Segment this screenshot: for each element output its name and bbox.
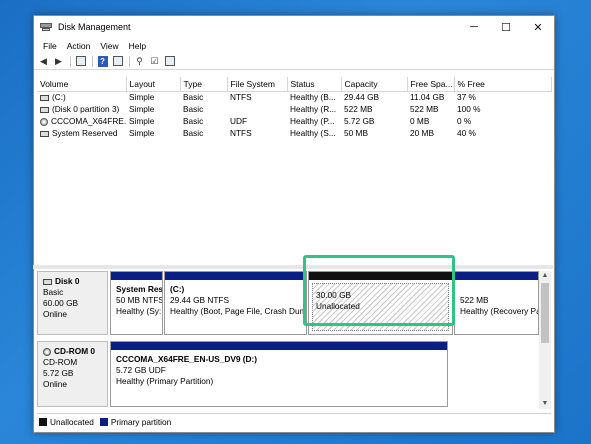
legend-primary-label: Primary partition [110, 416, 172, 427]
volume-icon [40, 130, 49, 137]
disk-icon [43, 278, 52, 285]
cd-icon [43, 347, 51, 356]
scroll-down-icon[interactable]: ▼ [539, 399, 551, 409]
legend-unallocated-label: Unallocated [50, 416, 94, 427]
cd-icon [40, 117, 48, 126]
unallocated-highlight-box [303, 255, 455, 326]
disk-map: Disk 0 Basic 60.00 GB Online System Res … [37, 271, 539, 409]
disk-0-label[interactable]: Disk 0 Basic 60.00 GB Online [37, 271, 108, 335]
volume-icon [40, 95, 49, 102]
column-capacity[interactable]: Capacity [341, 77, 408, 92]
pane-splitter[interactable] [33, 265, 553, 269]
column-status[interactable]: Status [287, 77, 342, 92]
table-row[interactable]: CCCOMA_X64FRE... Simple Basic UDF Health… [37, 115, 551, 127]
scroll-thumb[interactable] [541, 283, 549, 343]
partition-system-reserved[interactable]: System Res 50 MB NTFS Healthy (Sy: [110, 271, 163, 335]
disk-0-row: Disk 0 Basic 60.00 GB Online System Res … [37, 271, 539, 335]
cdrom-0-row: CD-ROM 0 CD-ROM 5.72 GB Online CCCOMA_X6… [37, 341, 539, 407]
column-type[interactable]: Type [180, 77, 228, 92]
legend-primary-swatch [99, 417, 108, 426]
column-percent-free[interactable]: % Free [454, 77, 552, 92]
partition-d[interactable]: CCCOMA_X64FRE_EN-US_DV9 (D:) 5.72 GB UDF… [110, 341, 448, 407]
legend: Unallocated Primary partition [37, 413, 551, 429]
column-layout[interactable]: Layout [126, 77, 181, 92]
table-row[interactable]: (Disk 0 partition 3) Simple Basic Health… [37, 103, 551, 115]
table-row[interactable]: System Reserved Simple Basic NTFS Health… [37, 127, 551, 139]
cdrom-0-label[interactable]: CD-ROM 0 CD-ROM 5.72 GB Online [37, 341, 108, 407]
volume-list: Volume Layout Type File System Status Ca… [37, 77, 552, 265]
legend-unallocated-swatch [39, 417, 47, 426]
table-row[interactable]: (C:) Simple Basic NTFS Healthy (B... 29.… [37, 91, 551, 103]
vertical-scrollbar[interactable]: ▲ ▼ [539, 271, 551, 409]
partition-recovery[interactable]: 522 MB Healthy (Recovery Pa [454, 271, 539, 335]
volume-icon [40, 106, 49, 113]
column-volume[interactable]: Volume [37, 77, 127, 92]
column-free-space[interactable]: Free Spa... [407, 77, 455, 92]
partition-c[interactable]: (C:) 29.44 GB NTFS Healthy (Boot, Page F… [164, 271, 307, 335]
scroll-up-icon[interactable]: ▲ [539, 271, 551, 281]
column-file-system[interactable]: File System [227, 77, 288, 92]
